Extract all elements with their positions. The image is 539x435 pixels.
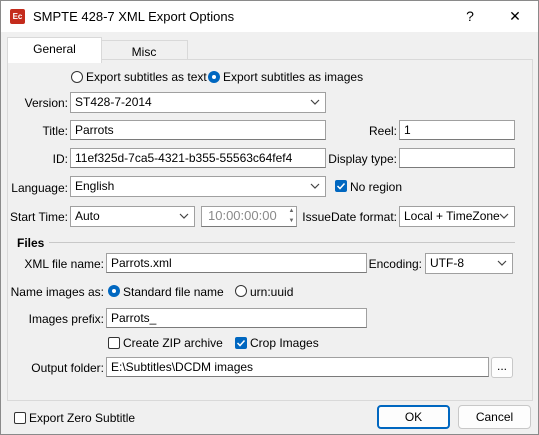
urn-uuid-radio[interactable]	[235, 285, 247, 297]
crop-images-label[interactable]: Crop Images	[250, 336, 319, 350]
close-button[interactable]: ✕	[493, 1, 537, 32]
language-label: Language:	[11, 181, 68, 195]
output-folder-label: Output folder:	[31, 361, 104, 375]
xml-file-name-label: XML file name:	[24, 257, 104, 271]
dialog-window: Ec SMPTE 428-7 XML Export Options ? ✕ Ge…	[0, 0, 539, 435]
start-time-label: Start Time:	[9, 210, 68, 224]
cancel-button[interactable]: Cancel	[458, 405, 531, 429]
display-type-input[interactable]	[399, 148, 515, 168]
chevron-down-icon	[497, 260, 507, 266]
title-bar: Ec SMPTE 428-7 XML Export Options ? ✕	[1, 1, 538, 32]
reel-input[interactable]: 1	[399, 120, 515, 140]
files-section-title: Files	[17, 236, 45, 250]
export-as-text-radio[interactable]	[71, 71, 83, 83]
chevron-down-icon	[179, 213, 189, 219]
version-select[interactable]: ST428-7-2014	[70, 92, 326, 113]
export-as-text-label[interactable]: Export subtitles as text	[86, 70, 207, 84]
output-folder-input[interactable]: E:\Subtitles\DCDM images	[106, 357, 489, 377]
issue-date-format-value: Local + TimeZone	[404, 209, 500, 223]
issue-date-format-label: IssueDate format:	[302, 210, 397, 224]
urn-uuid-label[interactable]: urn:uuid	[250, 285, 293, 299]
start-time-select[interactable]: Auto	[70, 206, 195, 227]
app-icon: Ec	[10, 9, 25, 24]
name-images-as-label: Name images as:	[10, 285, 104, 299]
language-select[interactable]: English	[70, 176, 326, 197]
language-value: English	[75, 179, 115, 193]
checkmark-icon	[236, 339, 246, 347]
window-title: SMPTE 428-7 XML Export Options	[33, 9, 235, 24]
spin-down-icon[interactable]: ▼	[286, 216, 297, 226]
time-code-input[interactable]: 10:00:00:00	[201, 206, 297, 227]
export-as-images-label[interactable]: Export subtitles as images	[223, 70, 363, 84]
export-zero-subtitle-label[interactable]: Export Zero Subtitle	[29, 411, 135, 425]
display-type-label: Display type:	[328, 152, 397, 166]
chevron-down-icon	[310, 183, 320, 189]
xml-file-name-input[interactable]: Parrots.xml	[106, 253, 367, 273]
id-input[interactable]: 11ef325d-7ca5-4321-b355-55563c64fef4	[70, 148, 326, 168]
ok-button[interactable]: OK	[377, 405, 450, 429]
chevron-down-icon	[310, 99, 320, 105]
checkmark-icon	[336, 182, 346, 190]
images-prefix-input[interactable]: Parrots_	[106, 308, 367, 328]
tab-general[interactable]: General	[7, 37, 102, 63]
title-input[interactable]: Parrots	[70, 120, 326, 140]
chevron-down-icon	[499, 213, 509, 219]
spin-up-icon[interactable]: ▲	[286, 206, 297, 216]
version-value: ST428-7-2014	[75, 95, 152, 109]
create-zip-label[interactable]: Create ZIP archive	[123, 336, 223, 350]
create-zip-checkbox[interactable]	[108, 337, 120, 349]
time-spinner[interactable]: ▲ ▼	[286, 206, 297, 227]
encoding-label: Encoding:	[368, 257, 422, 271]
standard-file-name-label[interactable]: Standard file name	[123, 285, 224, 299]
no-region-checkbox[interactable]	[335, 180, 347, 192]
encoding-select[interactable]: UTF-8	[425, 253, 513, 274]
export-zero-subtitle-checkbox[interactable]	[14, 412, 26, 424]
start-time-value: Auto	[75, 209, 100, 223]
version-label: Version:	[24, 96, 68, 110]
id-label: ID:	[52, 152, 68, 166]
issue-date-format-select[interactable]: Local + TimeZone	[399, 206, 515, 227]
export-as-images-radio[interactable]	[208, 71, 220, 83]
crop-images-checkbox[interactable]	[235, 337, 247, 349]
browse-folder-button[interactable]: ...	[491, 357, 513, 378]
reel-label: Reel:	[368, 124, 397, 138]
files-separator	[49, 242, 515, 243]
images-prefix-label: Images prefix:	[28, 312, 104, 326]
no-region-label[interactable]: No region	[350, 180, 402, 194]
title-label: Title:	[42, 124, 68, 138]
help-button[interactable]: ?	[448, 1, 492, 32]
encoding-value: UTF-8	[430, 256, 464, 270]
standard-file-name-radio[interactable]	[108, 285, 120, 297]
